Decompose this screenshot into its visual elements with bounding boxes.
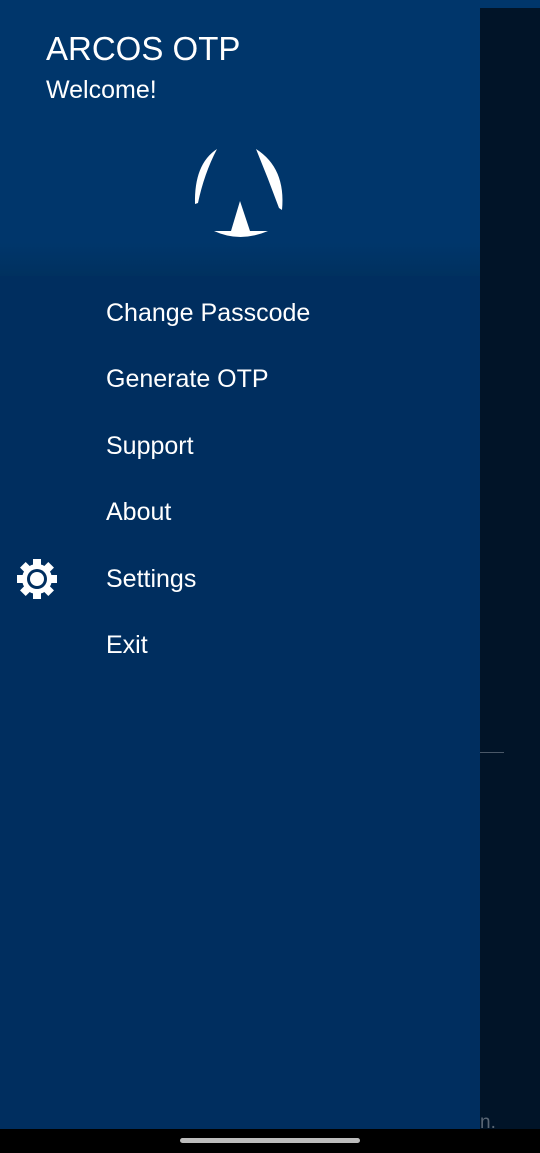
navigation-drawer: ARCOS OTP Welcome! Change Passcode Gener… — [0, 0, 480, 1129]
drawer-menu: Change Passcode Generate OTP Support Abo… — [0, 280, 480, 679]
app-title: ARCOS OTP — [46, 30, 241, 67]
gear-icon — [17, 559, 57, 599]
background-divider — [480, 752, 504, 753]
menu-item-about[interactable]: About — [0, 480, 480, 547]
menu-item-label: Change Passcode — [106, 298, 311, 327]
menu-item-support[interactable]: Support — [0, 413, 480, 480]
home-gesture-handle[interactable] — [180, 1138, 360, 1143]
menu-item-generate-otp[interactable]: Generate OTP — [0, 347, 480, 414]
navigation-bar — [0, 1129, 540, 1153]
menu-item-label: Settings — [106, 564, 197, 593]
menu-item-label: Support — [106, 431, 194, 460]
welcome-text: Welcome! — [46, 76, 157, 104]
drawer-scrim[interactable]: n. — [480, 8, 540, 1133]
menu-item-label: Exit — [106, 631, 148, 660]
drawer-header: ARCOS OTP Welcome! — [0, 0, 480, 276]
menu-item-settings[interactable]: Settings — [0, 546, 480, 613]
menu-item-label: Generate OTP — [106, 365, 269, 394]
menu-item-label: About — [106, 498, 172, 527]
arcos-logo — [194, 149, 283, 237]
menu-item-exit[interactable]: Exit — [0, 613, 480, 680]
menu-item-change-passcode[interactable]: Change Passcode — [0, 280, 480, 347]
